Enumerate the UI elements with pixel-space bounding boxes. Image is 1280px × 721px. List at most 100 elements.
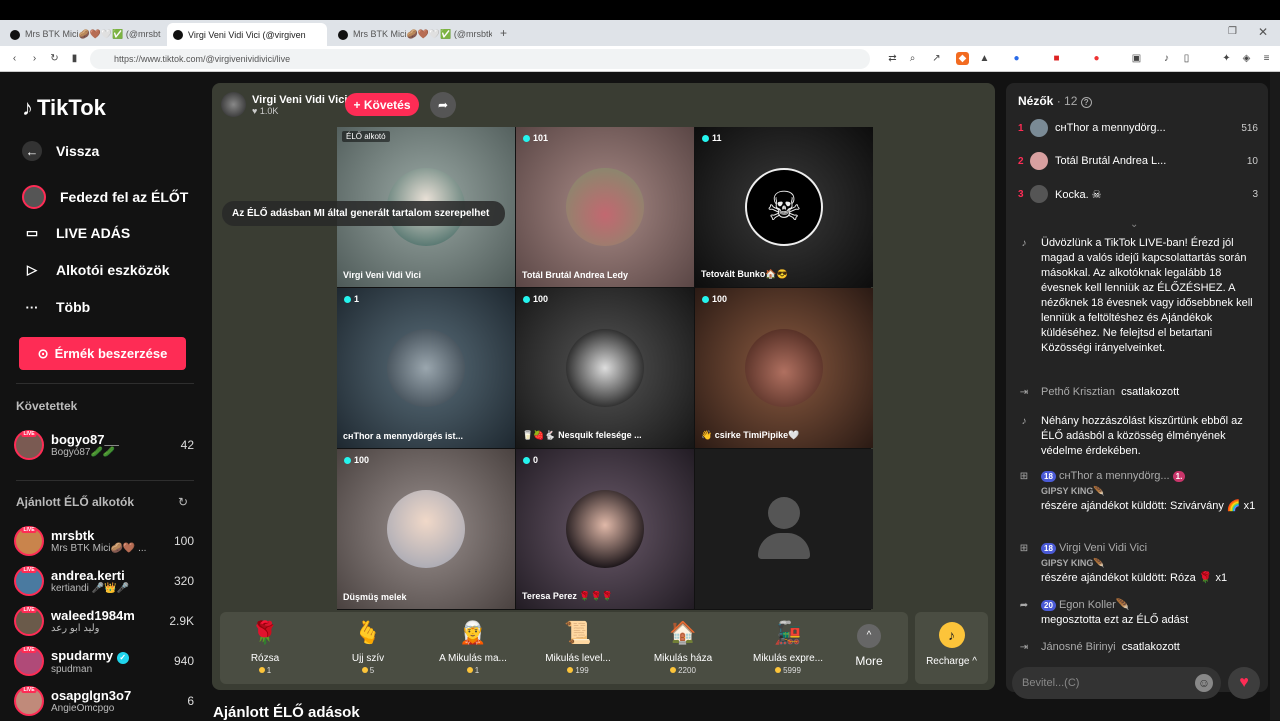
new-tab-icon[interactable]: + — [500, 26, 507, 40]
extension-icon[interactable]: ▣ — [1130, 52, 1143, 65]
tiktok-icon — [338, 29, 348, 40]
reload-icon[interactable]: ↻ — [48, 52, 61, 65]
chat-join-message: ⇥ Jánosné Birinyi csatlakozott — [1016, 640, 1256, 656]
rewards-icon[interactable]: ▲ — [978, 52, 991, 65]
guest-avatar — [566, 329, 644, 407]
more-gifts-button[interactable]: ^ More — [846, 624, 892, 668]
sidebar-toggle-icon[interactable]: ▯ — [1180, 52, 1193, 65]
chat-join-message: ⇥ Pethő Krisztian csatlakozott — [1016, 385, 1256, 401]
tiktok-logo[interactable]: ♪ TikTok — [22, 95, 106, 121]
guest-avatar — [566, 168, 644, 246]
following-item[interactable]: LIVE bogyo87__ Bogyó87🥒🥒 42 — [14, 428, 194, 462]
viewer-dot-icon — [702, 295, 709, 303]
chat-input[interactable]: Bevitel...(C) ☺ — [1012, 667, 1221, 699]
gift-item[interactable]: 🫰 Ujj szív 5 — [323, 618, 413, 680]
extension-icon[interactable]: ● — [1090, 52, 1103, 65]
chevron-up-icon: ^ — [857, 624, 881, 648]
extension-icon[interactable]: ● — [1010, 52, 1023, 65]
empty-guest-slot[interactable] — [695, 449, 873, 609]
zoom-icon[interactable]: ⌕ — [906, 52, 919, 65]
recharge-button[interactable]: ♪ Recharge ^ — [915, 612, 988, 684]
like-heart-icon[interactable]: ♥ — [1228, 667, 1260, 699]
back-icon[interactable]: ‹ — [8, 52, 21, 65]
recommended-item[interactable]: LIVE waleed1984m وليد ابو رعد 2.9K — [14, 604, 194, 638]
menu-icon[interactable]: ≡ — [1260, 52, 1273, 65]
share-icon[interactable]: ➦ — [430, 92, 456, 118]
recommended-item[interactable]: LIVE spudarmy ✓ spudman 940 — [14, 644, 194, 678]
avatar: LIVE — [14, 430, 44, 460]
gift-item[interactable]: 📜 Mikulás level... 199 — [533, 618, 623, 680]
nav-more[interactable]: ··· Több — [22, 297, 91, 317]
tiktok-icon: ♪ — [1021, 238, 1027, 249]
brave-shield-icon[interactable]: ◆ — [956, 52, 969, 65]
nav-creator-tools[interactable]: ▷ Alkotói eszközök — [22, 260, 170, 280]
emoji-icon[interactable]: ☺ — [1195, 674, 1213, 692]
coin-icon: ♪ — [938, 622, 965, 648]
recommended-item[interactable]: LIVE mrsbtk Mrs BTK Mici🥔🤎 ... 100 — [14, 524, 194, 558]
guest-cell[interactable]: 101 Totál Brutál Andrea Ledy — [516, 127, 694, 287]
multi-guest-grid: ÉLŐ alkotó Virgi Veni Vidi Vici 101 Totá… — [337, 127, 873, 610]
window-top-bar — [0, 0, 1280, 20]
gift-item[interactable]: 🌹 Rózsa 1 — [220, 618, 310, 680]
recommended-title: Ajánlott ÉLŐ alkotók — [16, 495, 135, 509]
guest-cell[interactable]: 100 🥛🍓🐇 Nesquik felesége ... — [516, 288, 694, 448]
guest-cell[interactable]: 11 ☠ Tetovált Bunko🏠😎 — [695, 127, 873, 287]
shield-icon[interactable]: ◈ — [1240, 52, 1253, 65]
verified-icon: ✓ — [116, 651, 129, 664]
guest-cell[interactable]: 100 👋 csirke TimiPipike🤍 — [695, 288, 873, 448]
viewer-row[interactable]: 1 ᴄʜThor a mennydörg... 516 — [1018, 119, 1258, 137]
nav-back[interactable]: ← Vissza — [22, 141, 99, 161]
chat-filter-notice: ♪ Néhány hozzászólást kiszűrtünk ebből az… — [1016, 414, 1256, 459]
get-coins-button[interactable]: ⊙ Érmék beszerzése — [19, 337, 186, 370]
viewer-row[interactable]: 2 Totál Brutál Andrea L... 10 — [1018, 152, 1258, 170]
guest-avatar — [566, 490, 644, 568]
extension-icon[interactable]: ■ — [1050, 52, 1063, 65]
refresh-icon[interactable]: ↻ — [178, 495, 188, 509]
avatar: LIVE — [14, 646, 44, 676]
chevron-down-icon[interactable]: ⌄ — [1130, 219, 1138, 230]
guest-cell[interactable]: 0 Teresa Perez 🌹🌹🌹 — [516, 449, 694, 609]
guest-cell[interactable]: 1 ᴄʜThor a mennydörgés ist... — [337, 288, 515, 448]
viewer-dot-icon — [523, 456, 530, 464]
viewer-row[interactable]: 3 Kocka. ☠ 3 — [1018, 185, 1258, 203]
bookmark-icon[interactable]: ▮ — [68, 52, 81, 65]
guest-cell[interactable]: 100 Düşmüş melek — [337, 449, 515, 609]
browser-tab-3[interactable]: Mrs BTK Mici🥔🤎🤍✅ (@mrsbtk) É — [332, 23, 492, 46]
join-icon: ⇥ — [1019, 387, 1029, 398]
recommended-item[interactable]: LIVE andrea.kerti kertiandi 🎤👑🎤 320 — [14, 564, 194, 598]
viewers-header[interactable]: Nézők · 12 ? — [1018, 94, 1092, 108]
nav-explore-live[interactable]: Fedezd fel az ÉLŐT — [22, 185, 188, 209]
tiktok-icon — [10, 29, 20, 40]
follow-button[interactable]: + Követés — [345, 93, 419, 116]
following-title: Követettek — [16, 399, 78, 413]
info-icon: ? — [1080, 97, 1092, 108]
restore-icon[interactable]: ❐ — [1228, 26, 1237, 37]
chat-share-message: ➦ 20 Egon Koller🪶 megosztotta ezt az ÉLŐ a… — [1016, 598, 1256, 628]
coin-icon: ⊙ — [37, 345, 49, 361]
translate-icon[interactable]: ⇄ — [886, 52, 899, 65]
gift-item[interactable]: 🚂 Mikulás expre... 5999 — [743, 618, 833, 680]
host-avatar — [221, 92, 246, 117]
close-window-icon[interactable]: ✕ — [1258, 25, 1268, 39]
browser-tab-1[interactable]: Mrs BTK Mici🥔🤎🤍✅ (@mrsbt — [4, 23, 164, 46]
page-scrollbar[interactable] — [1270, 72, 1280, 720]
video-camera-icon: ▭ — [25, 225, 39, 240]
sparkle-icon[interactable]: ✦ — [1220, 52, 1233, 65]
browser-tab-2[interactable]: Virgi Veni Vidi Vici (@virgiven — [167, 23, 327, 46]
recommended-item[interactable]: LIVE osapglgn3o7 AngieOmcpgo 6 — [14, 684, 194, 718]
music-icon[interactable]: ♪ — [1160, 52, 1173, 65]
forward-icon[interactable]: › — [28, 52, 41, 65]
share-icon: ➦ — [1019, 600, 1029, 611]
avatar — [1030, 152, 1048, 170]
gift-item[interactable]: 🧝 A Mikulás ma... 1 — [428, 618, 518, 680]
avatar: LIVE — [14, 606, 44, 636]
browser-tab-bar: Mrs BTK Mici🥔🤎🤍✅ (@mrsbt Virgi Veni Vidi… — [0, 20, 1280, 46]
share-page-icon[interactable]: ↗ — [930, 52, 943, 65]
url-field[interactable]: https://www.tiktok.com/@virgivenividivic… — [90, 49, 870, 69]
guest-avatar — [745, 329, 823, 407]
avatar: LIVE — [14, 566, 44, 596]
nav-live[interactable]: ▭ LIVE ADÁS — [22, 223, 130, 243]
host-info[interactable]: Virgi Veni Vidi Vici ♥ 1.0K — [221, 92, 347, 117]
gift-item[interactable]: 🏠 Mikulás háza 2200 — [638, 618, 728, 680]
address-bar-row: ‹ › ↻ ▮ https://www.tiktok.com/@virgiven… — [0, 46, 1280, 72]
